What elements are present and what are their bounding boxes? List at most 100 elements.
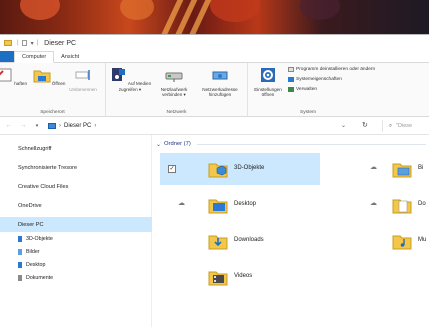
group-label-location: Speicherort (40, 110, 65, 115)
open-icon (33, 70, 50, 83)
network-location-icon (212, 71, 228, 80)
folder-tile-3d-objects[interactable]: ✓ 3D-Objekte (160, 153, 320, 185)
rename-label: Umbenennen (69, 86, 97, 92)
sidebar-item-label: Creative Cloud Files (18, 183, 69, 190)
quick-access-dropdown-icon[interactable]: ▾ (31, 40, 34, 47)
3d-objects-icon (18, 236, 22, 242)
open-settings-label: Einstellungen öffnen (254, 86, 282, 98)
computer-icon (48, 123, 56, 129)
sidebar-subitem-pictures[interactable]: Bilder (0, 246, 152, 258)
properties-button[interactable]: haften (0, 67, 30, 87)
ribbon: haften Öffnen Umbenennen Speicherort Auf… (0, 63, 429, 117)
title-separator: | (17, 40, 19, 46)
access-media-button[interactable]: Auf Medien zugreifen ▾ (108, 67, 152, 92)
tab-view[interactable]: Ansicht (54, 52, 86, 62)
checkbox-icon[interactable]: ✓ (168, 165, 176, 173)
tab-computer[interactable]: Computer (14, 51, 55, 63)
ribbon-group-network: Auf Medien zugreifen ▾ Netzlaufwerk verb… (106, 63, 248, 117)
documents-icon (18, 275, 22, 281)
address-dropdown-icon[interactable]: ⌄ (341, 122, 346, 129)
folders-group-header[interactable]: ⌄ Ordner (7) (156, 139, 426, 149)
group-label-system: System (300, 110, 316, 115)
sidebar-item-label: Dieser PC (18, 221, 44, 228)
sidebar-subitem-desktop[interactable]: Desktop (0, 259, 152, 271)
ribbon-group-system: Einstellungen öffnen Programm deinstalli… (248, 63, 429, 117)
chevron-down-icon: ⌄ (156, 141, 162, 148)
folder-name: Bi (418, 165, 424, 171)
sidebar-item-quick-access[interactable]: Schnellzugriff (0, 141, 152, 156)
sidebar-item-creative-cloud[interactable]: Creative Cloud Files (0, 179, 152, 194)
folder-tile-music[interactable]: Mu (364, 225, 429, 257)
folder-tile-desktop[interactable]: ☁ Desktop (160, 189, 320, 221)
sidebar-item-this-pc[interactable]: Dieser PC (0, 217, 152, 232)
open-settings-button[interactable]: Einstellungen öffnen (250, 67, 286, 98)
uninstall-program-link[interactable]: Programm deinstallieren oder ändern (288, 67, 375, 72)
folder-name: Mu (418, 237, 427, 243)
ribbon-group-location: haften Öffnen Umbenennen Speicherort (0, 63, 106, 117)
pictures-icon (18, 249, 22, 255)
videos-folder-icon (208, 271, 228, 286)
sidebar-subitem-documents[interactable]: Dokumente (0, 272, 152, 284)
navigation-pane: Schnellzugriff Synchronisierte Tresore C… (0, 135, 152, 327)
system-properties-icon (288, 77, 294, 82)
quick-access-icon[interactable] (21, 40, 27, 46)
media-icon (111, 68, 125, 81)
search-placeholder: "Diese (396, 123, 413, 129)
folder-name: 3D-Objekte (234, 165, 265, 171)
map-network-drive-label: Netzlaufwerk verbinden ▾ (160, 86, 188, 98)
folder-tile-pictures[interactable]: ☁ Bi (364, 153, 429, 185)
settings-icon (261, 68, 275, 82)
add-network-location-label: Netzwerkadresse hinzufügen (202, 86, 238, 98)
folder-tile-downloads[interactable]: Downloads (160, 225, 320, 257)
search-input[interactable]: ⌕ "Diese (382, 120, 429, 132)
content-pane: ⌄ Ordner (7) ✓ 3D-Objekte ☁ Bi ☁ Desktop… (152, 135, 429, 327)
rename-button[interactable]: Umbenennen (64, 67, 102, 92)
folder-tile-documents[interactable]: ☁ Do (364, 189, 429, 221)
properties-icon (0, 68, 12, 82)
group-label-network: Netzwerk (166, 110, 187, 115)
address-separator: › (59, 123, 61, 129)
back-icon[interactable]: ← (4, 122, 14, 129)
group-header-label: Ordner (7) (164, 141, 191, 147)
address-input[interactable]: › Dieser PC › ⌄ (48, 120, 352, 132)
sidebar-subitem-label: 3D-Objekte (26, 236, 53, 242)
tab-file[interactable] (0, 51, 14, 62)
folder-name: Videos (234, 273, 253, 279)
sidebar-item-label: OneDrive (18, 202, 42, 209)
uninstall-icon (288, 67, 294, 72)
add-network-location-button[interactable]: Netzwerkadresse hinzufügen (196, 67, 244, 98)
folder-name: Do (418, 201, 426, 207)
cloud-status-icon: ☁ (370, 200, 377, 207)
sidebar-item-label: Synchronisierte Tresore (18, 164, 78, 171)
folder-name: Desktop (234, 201, 257, 207)
navigation-bar: ← → ▾ ↑ › Dieser PC › ⌄ ↻ ⌕ "Diese (0, 117, 429, 135)
address-separator-2: › (94, 123, 97, 129)
desktop-folder-icon (208, 199, 228, 214)
forward-icon[interactable]: → (18, 122, 28, 129)
address-path: Dieser PC (64, 123, 92, 129)
network-drive-icon (165, 72, 183, 82)
ribbon-tabs: Computer Ansicht (0, 51, 429, 63)
window-title: Dieser PC (44, 39, 77, 47)
open-button[interactable]: Öffnen (30, 67, 68, 87)
search-icon: ⌕ (389, 122, 393, 129)
cloud-status-icon: ☁ (370, 164, 377, 171)
music-folder-icon (392, 235, 412, 250)
downloads-folder-icon (208, 235, 228, 250)
manage-label: Verwalten (296, 87, 318, 92)
map-network-drive-button[interactable]: Netzlaufwerk verbinden ▾ (152, 67, 196, 98)
refresh-icon[interactable]: ↻ (362, 121, 368, 129)
system-properties-link[interactable]: Systemeigenschaften (288, 77, 342, 82)
title-separator-2: | (36, 40, 39, 46)
file-explorer-window: | ▾ | Dieser PC Computer Ansicht haften (0, 34, 429, 327)
sidebar-item-synced-vaults[interactable]: Synchronisierte Tresore (0, 160, 152, 175)
folder-tile-videos[interactable]: Videos (160, 261, 320, 293)
sidebar-item-onedrive[interactable]: OneDrive (0, 198, 152, 213)
title-bar: | ▾ | Dieser PC (0, 35, 429, 51)
sidebar-subitem-label: Desktop (26, 262, 46, 268)
sidebar-subitem-3d-objects[interactable]: 3D-Objekte (0, 233, 152, 245)
recent-locations-icon[interactable]: ▾ (32, 123, 42, 129)
system-properties-label: Systemeigenschaften (296, 77, 342, 82)
manage-link[interactable]: Verwalten (288, 87, 317, 92)
sidebar-subitem-label: Bilder (26, 249, 40, 255)
